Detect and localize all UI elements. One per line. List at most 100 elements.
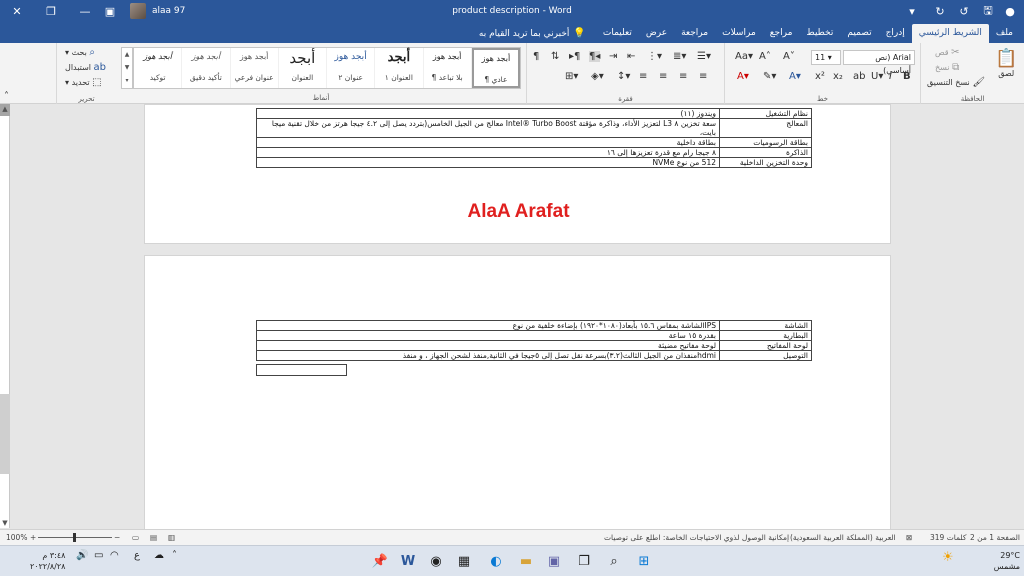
taskbar-teams-icon[interactable]: ▣ xyxy=(544,551,564,571)
read-mode-icon[interactable]: ▥ xyxy=(168,533,175,542)
taskbar-search-icon[interactable]: ⌕ xyxy=(604,551,624,571)
customize-toolbar-icon[interactable]: ▾ xyxy=(904,3,920,19)
document-page-1[interactable]: نظام التشغيل ويندوز (١١) المعالج سعة تخز… xyxy=(144,104,891,244)
tab-design[interactable]: تصميم xyxy=(840,24,878,43)
weather-widget[interactable]: 29°C مشمس xyxy=(964,550,1020,572)
tab-references[interactable]: مراجع xyxy=(763,24,800,43)
empty-table-cell[interactable] xyxy=(256,364,347,376)
align-center-button[interactable]: ≡ xyxy=(659,71,667,82)
vertical-scrollbar[interactable] xyxy=(1014,104,1024,528)
tab-mailings[interactable]: مراسلات xyxy=(715,24,763,43)
author-signature-text[interactable]: AlaA Arafat xyxy=(145,201,892,223)
show-marks-button[interactable]: ¶ xyxy=(533,51,539,62)
subscript-button[interactable]: x₂ xyxy=(833,71,843,82)
zoom-level[interactable]: 100% xyxy=(6,533,27,542)
bold-button[interactable]: B xyxy=(903,71,911,82)
cut-button[interactable]: قص ✂ xyxy=(935,47,960,58)
table-row[interactable]: البطارية بقدرة ١٥ ساعة xyxy=(256,330,812,341)
justify-button[interactable]: ≡ xyxy=(679,71,687,82)
style-normal[interactable]: أبجد هوز ¶ عادي xyxy=(471,48,521,88)
tab-file[interactable]: ملف xyxy=(989,24,1020,43)
close-button[interactable]: ✕ xyxy=(0,0,34,22)
style-title[interactable]: أبجد العنوان xyxy=(279,48,327,88)
proofing-icon[interactable]: ⊠ xyxy=(906,533,912,542)
rtl-direction-button[interactable]: ¶◂ xyxy=(589,51,601,62)
taskbar-task-view-icon[interactable]: ❐ xyxy=(574,551,594,571)
shading-button[interactable]: ◈▾ xyxy=(591,71,604,82)
web-layout-icon[interactable]: ▭ xyxy=(132,533,139,542)
table-row[interactable]: بطاقة الرسوميات بطاقة داخلية xyxy=(256,137,812,148)
zoom-in-icon[interactable]: + xyxy=(30,533,36,542)
wifi-icon[interactable]: ◠ xyxy=(110,550,119,561)
table-cell-value[interactable]: ٨ جيجا رام مع قدرة تعزيزها إلى ١٦ xyxy=(256,147,720,158)
find-button[interactable]: ▾ بحث ⌕ xyxy=(65,47,95,58)
style-subtitle[interactable]: أبجد هوز عنوان فرعي xyxy=(231,48,279,88)
numbering-button[interactable]: ≣▾ xyxy=(673,51,686,62)
style-heading-2[interactable]: أبجد هوز عنوان ٢ xyxy=(327,48,376,88)
align-right-button[interactable]: ≡ xyxy=(699,71,707,82)
table-cell-key[interactable]: المعالج xyxy=(719,118,812,138)
style-heading-1[interactable]: أبجد العنوان ١ xyxy=(375,48,424,88)
ribbon-display-options-icon[interactable]: ▣ xyxy=(102,3,118,19)
table-cell-key[interactable]: البطارية xyxy=(719,330,812,341)
specs-table-2[interactable]: الشاشة IPSالشاشة بمقاس ١٥.٦ بأبعاد(١٠٨٠*… xyxy=(256,320,812,361)
style-no-spacing[interactable]: أبجد هوز ¶ بلا تباعد xyxy=(424,48,472,88)
tab-view[interactable]: عرض xyxy=(639,24,674,43)
table-row[interactable]: التوصيل hdmiمنفذان من الجيل الثالث(٣.٢)ب… xyxy=(256,350,812,361)
table-cell-value[interactable]: بقدرة ١٥ ساعة xyxy=(256,330,720,341)
table-cell-key[interactable]: الذاكرة xyxy=(719,147,812,158)
font-size-box[interactable]: 11 ▾ xyxy=(811,50,841,65)
table-row[interactable]: لوحة المفاتيح لوحة مفاتيح مضيئة xyxy=(256,340,812,351)
print-layout-icon[interactable]: ▤ xyxy=(150,533,157,542)
zoom-out-icon[interactable]: − xyxy=(114,533,120,542)
table-cell-value[interactable]: ويندوز (١١) xyxy=(256,108,720,119)
select-button[interactable]: ▾ تحديد ⬚ xyxy=(65,77,102,88)
table-cell-key[interactable]: نظام التشغيل xyxy=(719,108,812,119)
style-emphasis[interactable]: أبجد هوز توكيد xyxy=(134,48,183,88)
table-cell-key[interactable]: التوصيل xyxy=(719,350,812,361)
tab-help[interactable]: تعليمات xyxy=(596,24,639,43)
specs-table-1[interactable]: نظام التشغيل ويندوز (١١) المعالج سعة تخز… xyxy=(256,108,812,168)
table-row[interactable]: الشاشة IPSالشاشة بمقاس ١٥.٦ بأبعاد(١٠٨٠*… xyxy=(256,320,812,331)
line-spacing-button[interactable]: ↕▾ xyxy=(617,71,630,82)
align-left-button[interactable]: ≡ xyxy=(639,71,647,82)
scroll-up-arrow-icon[interactable]: ▲ xyxy=(0,104,10,114)
table-cell-value[interactable]: بطاقة داخلية xyxy=(256,137,720,148)
increase-indent-button[interactable]: ⇥ xyxy=(609,51,617,62)
input-language-icon[interactable]: ع xyxy=(134,550,140,561)
tab-insert[interactable]: إدراج xyxy=(879,24,912,43)
table-row[interactable]: المعالج سعة تخزين ٨ L3 لتعزيز الأداء، وذ… xyxy=(256,118,812,138)
table-row[interactable]: نظام التشغيل ويندوز (١١) xyxy=(256,108,812,119)
table-cell-key[interactable]: بطاقة الرسوميات xyxy=(719,137,812,148)
scroll-down-arrow-icon[interactable]: ▼ xyxy=(0,518,10,528)
sort-button[interactable]: ⇅ xyxy=(551,51,559,62)
style-subtle-emphasis[interactable]: أبجد هوز تأكيد دقيق xyxy=(182,48,231,88)
styles-gallery-scroll[interactable]: ▲ ▼ ▾ xyxy=(121,47,133,89)
tab-review[interactable]: مراجعة xyxy=(674,24,715,43)
italic-button[interactable]: I xyxy=(889,71,892,82)
table-cell-value[interactable]: 512 من نوع NVMe xyxy=(256,157,720,168)
table-cell-value[interactable]: لوحة مفاتيح مضيئة xyxy=(256,340,720,351)
restore-button[interactable]: ❐ xyxy=(34,0,68,22)
language-status[interactable]: العربية (المملكة العربية السعودية) xyxy=(790,533,896,542)
change-case-button[interactable]: Aa▾ xyxy=(735,51,753,62)
bullets-button[interactable]: ☰▾ xyxy=(697,51,711,62)
format-painter-button[interactable]: نسخ التنسيق 🖌 xyxy=(927,77,985,88)
borders-button[interactable]: ⊞▾ xyxy=(565,71,578,82)
zoom-slider-thumb[interactable] xyxy=(73,533,76,542)
accessibility-status[interactable]: إمكانية الوصول لذوي الاحتياجات الخاصة: ا… xyxy=(604,533,789,542)
taskbar-edge-icon[interactable]: ◐ xyxy=(486,551,506,571)
ltr-direction-button[interactable]: ▸¶ xyxy=(569,51,580,62)
scroll-thumb[interactable] xyxy=(0,394,10,474)
table-cell-value[interactable]: hdmiمنفذان من الجيل الثالث(٣.٢)بسرعة نقل… xyxy=(256,350,720,361)
taskbar-app-photos-icon[interactable]: ▦ xyxy=(454,551,474,571)
grow-font-button[interactable]: A˄ xyxy=(759,51,771,62)
battery-icon[interactable]: ▭ xyxy=(94,550,103,561)
page-count[interactable]: الصفحة 1 من 2 xyxy=(970,533,1020,542)
tab-home[interactable]: الشريط الرئيسي xyxy=(911,24,989,43)
minimize-button[interactable]: — xyxy=(68,0,102,22)
tab-layout[interactable]: تخطيط xyxy=(799,24,840,43)
volume-icon[interactable]: 🔊 xyxy=(76,550,88,561)
superscript-button[interactable]: x² xyxy=(815,71,825,82)
table-cell-key[interactable]: لوحة المفاتيح xyxy=(719,340,812,351)
